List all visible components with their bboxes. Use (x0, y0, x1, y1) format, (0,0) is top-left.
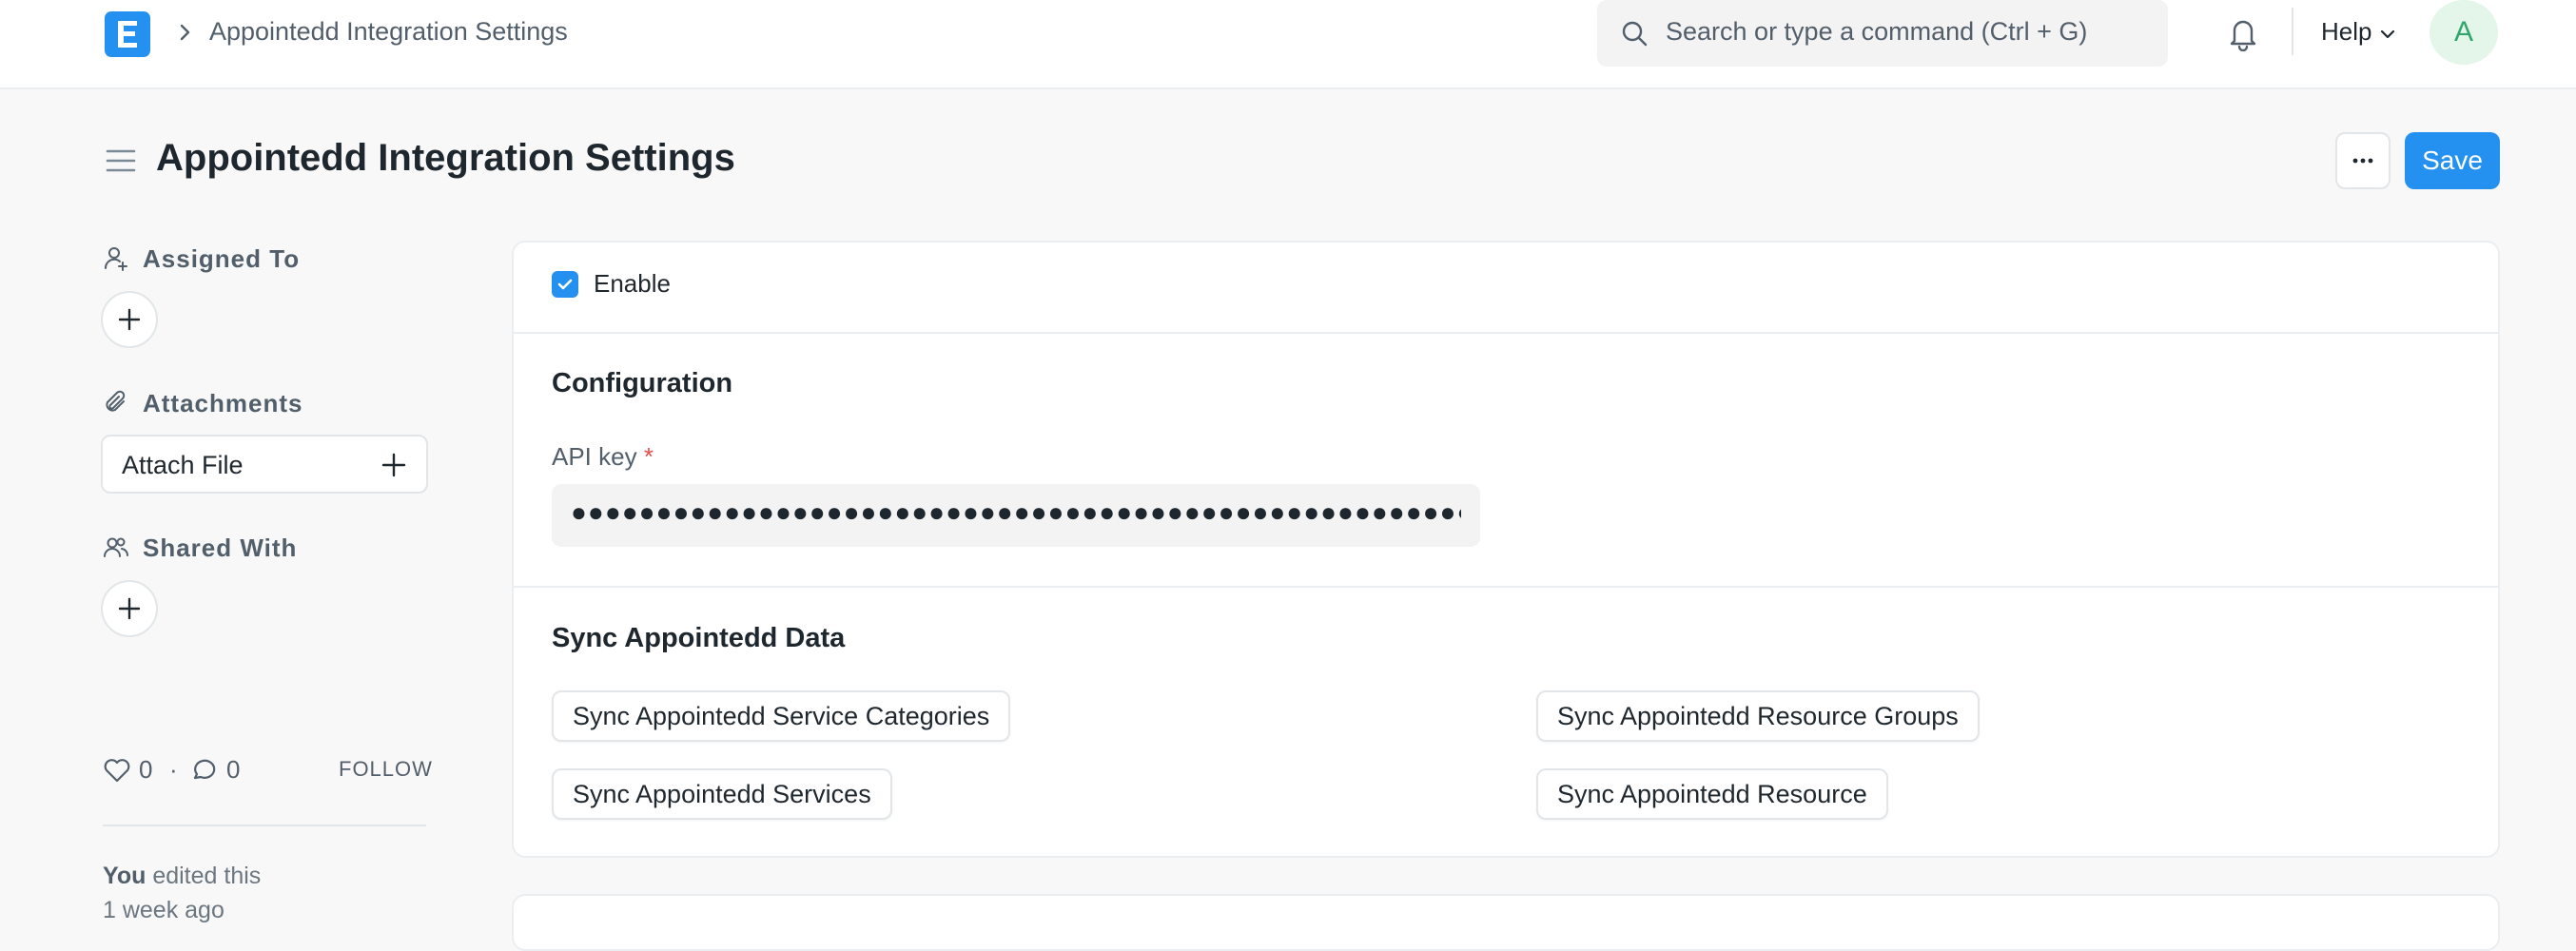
enable-label: Enable (594, 269, 671, 298)
next-form-card (512, 894, 2500, 951)
activity-time: 1 week ago (103, 897, 224, 923)
user-avatar[interactable]: A (2430, 0, 2498, 65)
notification-bell-icon[interactable] (2226, 15, 2260, 51)
settings-form-card: Enable Configuration API key * ●●●●●●●●●… (512, 241, 2500, 858)
api-key-masked-value: ●●●●●●●●●●●●●●●●●●●●●●●●●●●●●●●●●●●●●●●●… (571, 497, 1461, 527)
plus-icon (118, 308, 141, 331)
assign-user-icon (104, 247, 127, 271)
enable-checkbox[interactable] (552, 271, 578, 298)
sidebar-toggle-icon[interactable] (105, 146, 137, 175)
attach-file-label: Attach File (122, 451, 244, 479)
api-key-field[interactable]: ●●●●●●●●●●●●●●●●●●●●●●●●●●●●●●●●●●●●●●●●… (552, 484, 1480, 547)
follow-link[interactable]: FOLLOW (339, 757, 433, 782)
save-button[interactable]: Save (2405, 132, 2500, 189)
sync-services-button[interactable]: Sync Appointedd Services (552, 768, 892, 820)
breadcrumb-current[interactable]: Appointedd Integration Settings (209, 17, 568, 47)
chevron-right-icon (180, 24, 190, 41)
sync-service-categories-button[interactable]: Sync Appointedd Service Categories (552, 690, 1011, 742)
sync-section-title: Sync Appointedd Data (552, 623, 846, 653)
plus-icon (118, 597, 141, 620)
activity-action: edited this (146, 863, 262, 889)
paperclip-icon (106, 390, 126, 412)
add-share-button[interactable] (101, 580, 158, 637)
chevron-down-icon[interactable] (2378, 25, 2397, 44)
api-key-label: API key * (552, 442, 654, 472)
search-icon (1622, 21, 1648, 47)
sidebar-divider (103, 825, 426, 826)
search-input[interactable]: Search or type a command (Ctrl + G) (1597, 0, 2168, 67)
api-key-label-text: API key (552, 442, 637, 471)
plus-icon (381, 453, 406, 477)
sync-resource-button[interactable]: Sync Appointedd Resource (1536, 768, 1888, 820)
section-divider (514, 332, 2498, 334)
sync-resource-groups-button[interactable]: Sync Appointedd Resource Groups (1536, 690, 1980, 742)
page-title: Appointedd Integration Settings (156, 137, 735, 179)
comment-icon[interactable] (190, 757, 219, 784)
attachments-label: Attachments (143, 389, 303, 417)
top-navbar: Appointedd Integration Settings Search o… (0, 0, 2576, 89)
likes-count: 0 (139, 755, 153, 784)
configuration-section-title: Configuration (552, 368, 733, 398)
search-placeholder: Search or type a command (Ctrl + G) (1666, 17, 2088, 46)
navbar-divider (2292, 8, 2293, 55)
heart-icon[interactable] (103, 757, 131, 784)
assigned-to-label: Assigned To (143, 244, 301, 273)
last-activity: You edited this 1 week ago (103, 859, 261, 927)
add-assignee-button[interactable] (101, 291, 158, 348)
ellipsis-icon (2352, 158, 2373, 164)
separator-dot: · (169, 755, 178, 784)
checkmark-icon (557, 279, 573, 290)
more-actions-button[interactable] (2335, 132, 2391, 189)
activity-actor: You (103, 863, 146, 889)
attach-file-button[interactable]: Attach File (101, 435, 428, 494)
comments-count: 0 (226, 755, 241, 784)
help-menu[interactable]: Help (2321, 17, 2371, 47)
required-mark: * (643, 442, 654, 471)
shared-with-label: Shared With (143, 534, 298, 562)
shared-users-icon (104, 537, 129, 557)
app-logo-icon[interactable] (105, 11, 150, 57)
section-divider (514, 586, 2498, 588)
